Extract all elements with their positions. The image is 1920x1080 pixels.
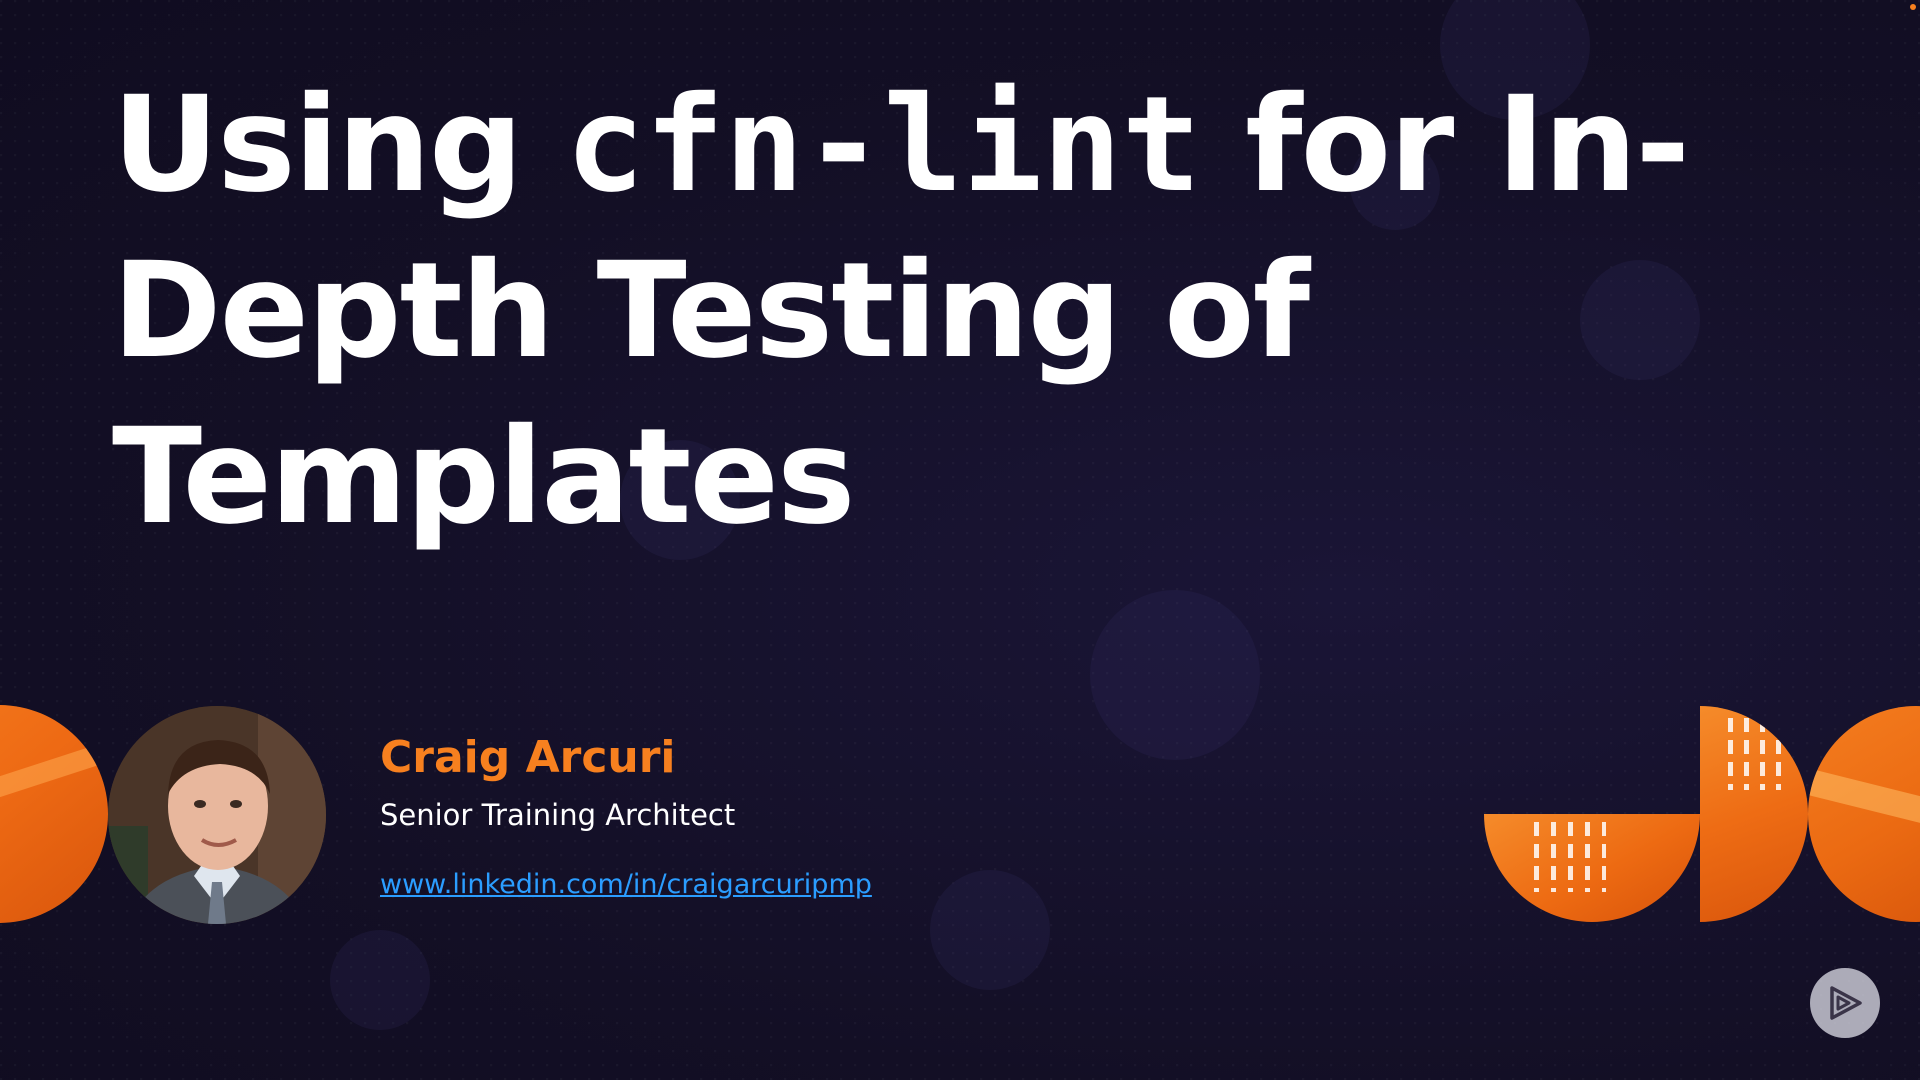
decorative-stripes <box>1728 718 1788 790</box>
play-logo-icon <box>1830 986 1862 1020</box>
corner-dot <box>1910 4 1916 10</box>
background-bubble <box>930 870 1050 990</box>
background-bubble <box>330 930 430 1030</box>
background-bubble <box>1090 590 1260 760</box>
decorative-orange-half-bowl <box>1484 814 1700 922</box>
presenter-linkedin-link[interactable]: www.linkedin.com/in/craigarcuripmp <box>380 867 872 903</box>
presenter-avatar <box>108 706 326 924</box>
presenter-role: Senior Training Architect <box>380 798 736 832</box>
decorative-orange-circle-right <box>1808 706 1920 922</box>
slide-title-code: cfn-lint <box>565 68 1202 222</box>
decorative-orange-half-circle <box>1700 706 1808 922</box>
presenter-name: Craig Arcuri <box>380 732 676 783</box>
slide-title: Using cfn-lint for In-Depth Testing of T… <box>112 62 1752 560</box>
presentation-slide: Using cfn-lint for In-Depth Testing of T… <box>0 0 1920 1080</box>
play-logo-button[interactable] <box>1810 968 1880 1038</box>
slide-title-start: Using <box>112 68 566 222</box>
presenter-photo-icon <box>108 706 326 924</box>
decorative-orange-circle-left <box>0 705 108 923</box>
decorative-stripes <box>1534 822 1606 892</box>
